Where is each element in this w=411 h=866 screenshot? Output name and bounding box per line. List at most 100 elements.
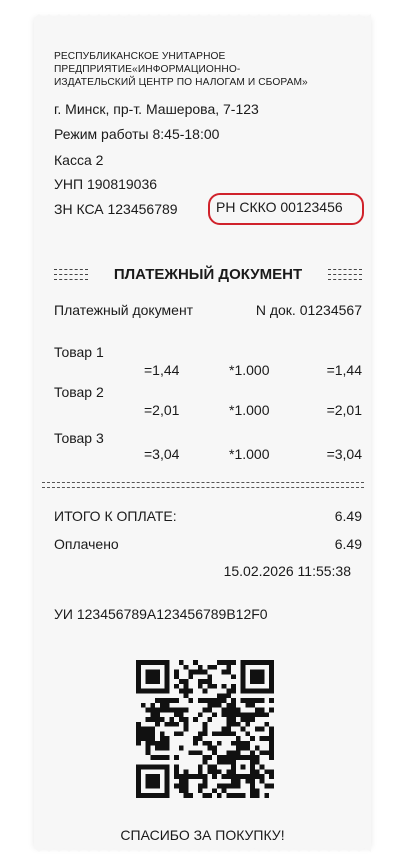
qr-module	[259, 660, 265, 665]
qr-module	[221, 759, 227, 765]
qr-module	[155, 755, 160, 760]
qr-module	[235, 755, 241, 760]
qr-module	[212, 664, 217, 670]
qr-module	[254, 669, 260, 675]
qr-module	[216, 693, 222, 699]
qr-module	[254, 660, 260, 665]
qr-module	[264, 750, 270, 756]
qr-module	[264, 793, 270, 798]
qr-module	[259, 669, 265, 675]
qr-module	[245, 778, 251, 784]
qr-module	[240, 793, 246, 798]
qr-module	[250, 755, 255, 760]
qr-module	[212, 702, 217, 708]
item-quantity: *1.000	[229, 362, 270, 378]
qr-module	[235, 793, 241, 798]
qr-module	[269, 774, 274, 779]
qr-module	[193, 740, 198, 746]
qr-module	[269, 698, 274, 703]
qr-module	[145, 669, 151, 675]
qr-module	[159, 702, 165, 708]
qr-module	[254, 755, 260, 760]
qr-module	[164, 683, 170, 689]
qr-module	[164, 669, 170, 675]
qr-module	[235, 707, 241, 713]
qr-module	[145, 793, 151, 798]
qr-module	[212, 731, 217, 737]
qr-module	[159, 731, 165, 737]
qr-module	[264, 660, 270, 665]
qr-module	[212, 745, 217, 751]
qr-module	[250, 788, 255, 794]
qr-module	[235, 736, 241, 741]
qr-module	[269, 745, 274, 751]
qr-module	[231, 698, 236, 703]
qr-module	[183, 683, 189, 689]
qr-module	[150, 669, 156, 675]
qr-module	[145, 764, 151, 770]
qr-module	[136, 778, 141, 784]
qr-module	[140, 764, 146, 770]
qr-module	[216, 731, 222, 737]
qr-module	[174, 669, 179, 675]
qr-module	[188, 669, 194, 675]
qr-module	[178, 712, 184, 718]
qr-module	[169, 698, 175, 703]
qr-module	[159, 736, 165, 741]
qr-module	[259, 726, 265, 732]
qr-module	[259, 688, 265, 694]
qr-module	[226, 660, 232, 665]
qr-module	[269, 731, 274, 737]
qr-module	[231, 702, 236, 708]
qr-module	[159, 717, 165, 722]
qr-module	[207, 764, 213, 770]
qr-module	[164, 764, 170, 770]
document-type: Платежный документ	[54, 302, 194, 318]
qr-module	[183, 769, 189, 775]
qr-module	[155, 679, 160, 684]
qr-module	[250, 783, 255, 789]
qr-module	[164, 688, 170, 694]
qr-module	[159, 698, 165, 703]
qr-module	[164, 778, 170, 784]
qr-module	[136, 764, 141, 770]
item-name: Товар 2	[54, 384, 104, 400]
item-sum: =1,44	[326, 362, 362, 378]
qr-module	[145, 660, 151, 665]
qr-module	[197, 764, 203, 770]
qr-module	[174, 769, 179, 775]
item-price: =1,44	[144, 362, 180, 378]
qr-module	[164, 755, 170, 760]
qr-module	[221, 693, 227, 699]
item-price: =2,01	[144, 402, 180, 418]
qr-module	[207, 755, 213, 760]
qr-module	[216, 783, 222, 789]
qr-module	[221, 783, 227, 789]
document-title: ПЛАТЕЖНЫЙ ДОКУМЕНТ	[113, 266, 303, 283]
qr-module	[240, 674, 246, 680]
qr-module	[174, 707, 179, 713]
qr-module	[136, 721, 141, 727]
qr-module	[150, 660, 156, 665]
qr-module	[183, 707, 189, 713]
qr-module	[250, 736, 255, 741]
qr-module	[169, 707, 175, 713]
unique-identifier: УИ 123456789A123456789B12F0	[54, 606, 268, 622]
qr-module	[174, 774, 179, 779]
qr-module	[235, 721, 241, 727]
qr-module	[226, 707, 232, 713]
qr-module	[240, 745, 246, 751]
qr-module	[150, 679, 156, 684]
qr-module	[226, 688, 232, 694]
qr-module	[169, 717, 175, 722]
qr-module	[183, 726, 189, 732]
qr-module	[136, 669, 141, 675]
qr-module	[183, 721, 189, 727]
qr-module	[202, 688, 208, 694]
qr-module	[216, 755, 222, 760]
qr-module	[250, 688, 255, 694]
qr-module	[245, 717, 251, 722]
qr-module	[136, 679, 141, 684]
qr-module	[136, 674, 141, 680]
qr-module	[197, 788, 203, 794]
